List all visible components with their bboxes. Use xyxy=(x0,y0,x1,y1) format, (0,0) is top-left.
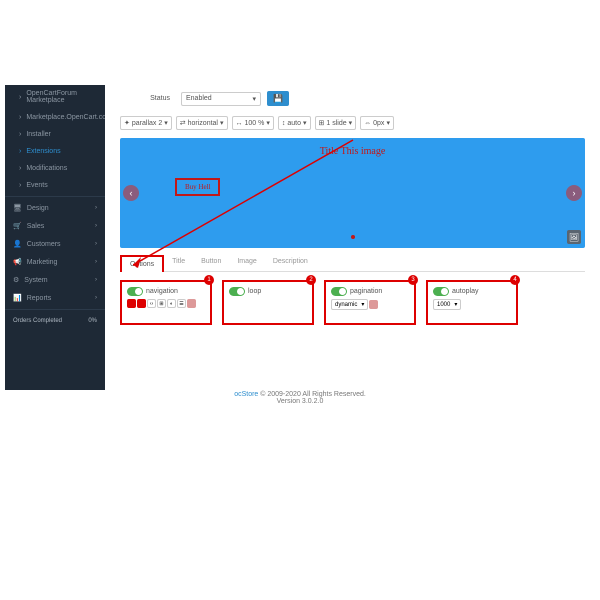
chart-icon: 📊 xyxy=(13,294,22,302)
nav-btn-3[interactable]: ‹› xyxy=(147,299,156,308)
option-navigation: 1 navigation ‹› ⊞ ◐ ☰ xyxy=(120,280,212,325)
sidebar-item-extensions[interactable]: ›Extensions xyxy=(5,143,105,160)
badge-4: 4 xyxy=(510,275,520,285)
sidebar-item-customers[interactable]: 👤Customers› xyxy=(5,235,105,253)
nav-btn-5[interactable]: ◐ xyxy=(167,299,176,308)
megaphone-icon: 📢 xyxy=(13,258,22,266)
footer: ocStore © 2009-2020 All Rights Reserved.… xyxy=(0,391,600,405)
slide-button[interactable]: Buy Hell xyxy=(175,178,220,196)
image-icon[interactable]: 🖼 xyxy=(567,230,581,244)
user-icon: 👤 xyxy=(13,240,22,248)
effect-select[interactable]: ✦ parallax 2 ▾ xyxy=(120,116,172,130)
options-row: 1 navigation ‹› ⊞ ◐ ☰ 2 loop 3 paginatio… xyxy=(110,272,595,333)
tab-button[interactable]: Button xyxy=(193,254,229,271)
status-select[interactable]: Enabled▾ xyxy=(181,92,261,106)
badge-2: 2 xyxy=(306,275,316,285)
footer-brand-link[interactable]: ocStore xyxy=(234,391,258,398)
option-loop: 2 loop xyxy=(222,280,314,325)
pagination-toggle[interactable] xyxy=(331,287,347,296)
slider-toolbar: ✦ parallax 2 ▾ ⇄ horizontal ▾ ↔ 100 % ▾ … xyxy=(110,112,595,134)
gear-icon: ⚙ xyxy=(13,276,19,284)
sidebar-item-modifications[interactable]: ›Modifications xyxy=(5,160,105,177)
next-arrow-icon[interactable]: › xyxy=(566,185,582,201)
navigation-toggle[interactable] xyxy=(127,287,143,296)
slide-title: Title This image xyxy=(320,146,386,157)
nav-btn-4[interactable]: ⊞ xyxy=(157,299,166,308)
save-button[interactable]: 💾 xyxy=(267,91,289,106)
tab-description[interactable]: Description xyxy=(265,254,316,271)
tabs-row: Options Title Button Image Description xyxy=(120,254,585,272)
option-pagination: 3 pagination dynamic ▾ xyxy=(324,280,416,325)
pagination-type-select[interactable]: dynamic ▾ xyxy=(331,299,368,310)
space-select[interactable]: ⇔ 0px ▾ xyxy=(360,116,394,130)
slider-preview: Title This image Buy Hell ‹ › 🖼 xyxy=(120,138,585,248)
sidebar-item-ocforum[interactable]: ›OpenCartForum Marketplace xyxy=(5,85,105,109)
autoplay-delay-select[interactable]: 1000 ▾ xyxy=(433,299,461,310)
slides-select[interactable]: ⊞ 1 slide ▾ xyxy=(315,116,357,130)
tab-title[interactable]: Title xyxy=(164,254,193,271)
width-select[interactable]: ↔ 100 % ▾ xyxy=(232,116,274,130)
nav-btn-7[interactable] xyxy=(187,299,196,308)
sidebar-item-system[interactable]: ⚙System› xyxy=(5,271,105,289)
sidebar: ›OpenCartForum Marketplace ›Marketplace.… xyxy=(5,85,105,390)
orders-completed-stat: Orders Completed0% xyxy=(5,312,105,330)
monitor-icon: 🖥 xyxy=(13,204,22,212)
option-autoplay: 4 autoplay 1000 ▾ xyxy=(426,280,518,325)
nav-btn-2[interactable] xyxy=(137,299,146,308)
main-panel: Status Enabled▾ 💾 ✦ parallax 2 ▾ ⇄ horiz… xyxy=(110,85,595,333)
nav-btn-1[interactable] xyxy=(127,299,136,308)
direction-select[interactable]: ⇄ horizontal ▾ xyxy=(176,116,228,130)
prev-arrow-icon[interactable]: ‹ xyxy=(123,185,139,201)
loop-toggle[interactable] xyxy=(229,287,245,296)
pagination-dots[interactable] xyxy=(351,226,355,244)
sidebar-item-events[interactable]: ›Events xyxy=(5,177,105,194)
pag-color-btn[interactable] xyxy=(369,300,378,309)
sidebar-item-reports[interactable]: 📊Reports› xyxy=(5,289,105,307)
tab-image[interactable]: Image xyxy=(229,254,264,271)
status-label: Status xyxy=(120,95,170,102)
autoplay-toggle[interactable] xyxy=(433,287,449,296)
sidebar-item-sales[interactable]: 🛒Sales› xyxy=(5,217,105,235)
sidebar-item-installer[interactable]: ›Installer xyxy=(5,126,105,143)
sidebar-item-marketing[interactable]: 📢Marketing› xyxy=(5,253,105,271)
cart-icon: 🛒 xyxy=(13,222,22,230)
badge-1: 1 xyxy=(204,275,214,285)
tab-options[interactable]: Options xyxy=(120,255,164,272)
badge-3: 3 xyxy=(408,275,418,285)
sidebar-item-design[interactable]: 🖥Design› xyxy=(5,199,105,217)
sidebar-item-marketplace[interactable]: ›Marketplace.OpenCart.com xyxy=(5,109,105,126)
height-select[interactable]: ↕ auto ▾ xyxy=(278,116,311,130)
nav-btn-6[interactable]: ☰ xyxy=(177,299,186,308)
